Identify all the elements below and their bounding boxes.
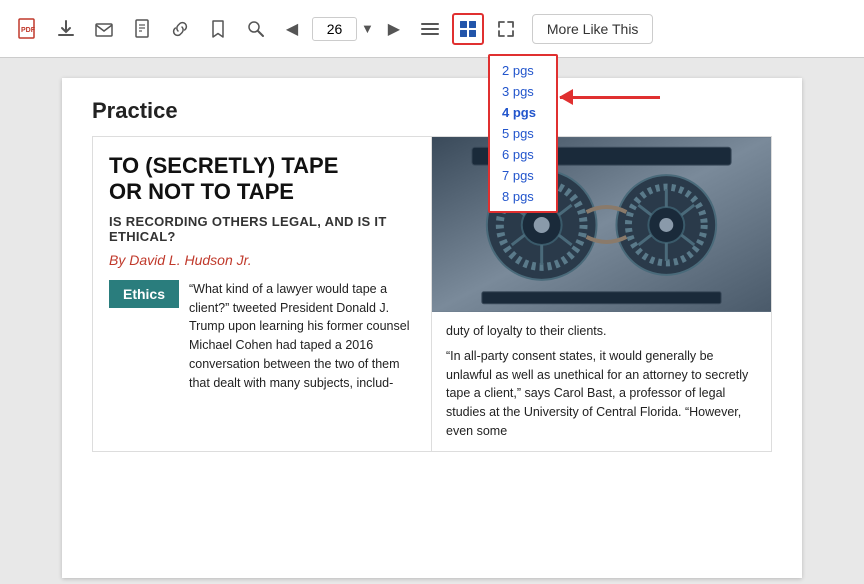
link-icon[interactable]: [164, 13, 196, 45]
grid-view-icon[interactable]: [452, 13, 484, 45]
dropdown-item-5pgs[interactable]: 5 pgs: [490, 123, 556, 144]
search-icon[interactable]: [240, 13, 272, 45]
pdf-icon[interactable]: PDF: [12, 13, 44, 45]
arrow-indicator: [560, 96, 660, 99]
article-right-text: duty of loyalty to their clients. “In al…: [432, 312, 771, 451]
ethics-text: “What kind of a lawyer would tape a clie…: [189, 280, 415, 393]
dropdown-item-2pgs[interactable]: 2 pgs: [490, 60, 556, 81]
dropdown-item-8pgs[interactable]: 8 pgs: [490, 186, 556, 207]
right-text-p1: duty of loyalty to their clients.: [446, 322, 757, 341]
pages-dropdown: 2 pgs 3 pgs 4 pgs 5 pgs 6 pgs 7 pgs 8 pg…: [488, 54, 558, 213]
more-like-this-button[interactable]: More Like This: [532, 14, 654, 44]
article-title: TO (SECRETLY) TAPE OR NOT TO TAPE: [109, 153, 415, 206]
ethics-section: Ethics “What kind of a lawyer would tape…: [109, 280, 415, 393]
prev-page-button[interactable]: ◀: [278, 15, 306, 43]
content-area: Practice TO (SECRETLY) TAPE OR NOT TO TA…: [0, 58, 864, 584]
article-grid: TO (SECRETLY) TAPE OR NOT TO TAPE IS REC…: [92, 136, 772, 452]
arrow-line: [560, 96, 660, 99]
article-right: duty of loyalty to their clients. “In al…: [432, 137, 771, 451]
section-label: Practice: [92, 98, 772, 124]
download-icon[interactable]: [50, 13, 82, 45]
document-icon[interactable]: [126, 13, 158, 45]
next-page-button[interactable]: ▶: [380, 15, 408, 43]
bookmark-icon[interactable]: [202, 13, 234, 45]
dropdown-item-6pgs[interactable]: 6 pgs: [490, 144, 556, 165]
dropdown-item-4pgs[interactable]: 4 pgs: [490, 102, 556, 123]
svg-text:PDF: PDF: [21, 27, 36, 34]
article-left: TO (SECRETLY) TAPE OR NOT TO TAPE IS REC…: [93, 137, 432, 451]
email-icon[interactable]: [88, 13, 120, 45]
page-dropdown-arrow[interactable]: ▼: [361, 21, 374, 36]
article-author: By David L. Hudson Jr.: [109, 252, 415, 268]
dropdown-item-3pgs[interactable]: 3 pgs: [490, 81, 556, 102]
page-navigation: 26 ▼: [312, 17, 374, 41]
page-container: Practice TO (SECRETLY) TAPE OR NOT TO TA…: [62, 78, 802, 578]
toolbar: PDF: [0, 0, 864, 58]
menu-icon[interactable]: [414, 13, 446, 45]
dropdown-item-7pgs[interactable]: 7 pgs: [490, 165, 556, 186]
ethics-badge: Ethics: [109, 280, 179, 308]
right-text-p2: “In all-party consent states, it would g…: [446, 347, 757, 441]
article-subtitle: IS RECORDING OTHERS LEGAL, AND IS IT ETH…: [109, 214, 415, 244]
expand-icon[interactable]: [490, 13, 522, 45]
article-image: [432, 137, 771, 312]
page-number-input[interactable]: 26: [312, 17, 357, 41]
